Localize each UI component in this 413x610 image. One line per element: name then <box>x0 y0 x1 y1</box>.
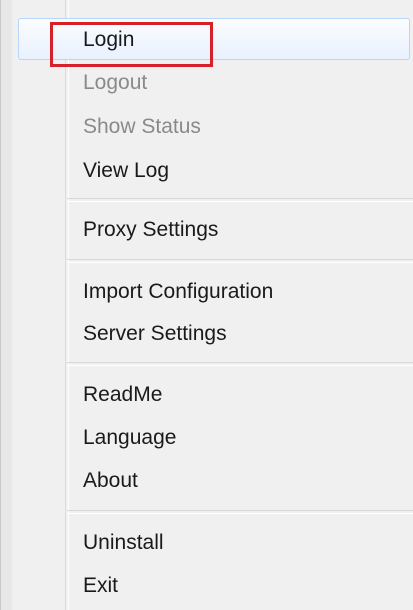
menu-edge <box>1 0 12 610</box>
menu-separator <box>67 259 413 263</box>
menu-item-import-configuration[interactable]: Import Configuration <box>83 272 273 312</box>
menu-item-show-status: Show Status <box>83 115 201 138</box>
icon-gutter <box>65 0 69 610</box>
menu-item-language[interactable]: Language <box>83 418 176 458</box>
menu-item-server-settings[interactable]: Server Settings <box>83 314 227 354</box>
menu-separator <box>67 362 413 366</box>
menu-item-readme[interactable]: ReadMe <box>83 375 162 415</box>
menu-item-view-log[interactable]: View Log <box>83 151 169 191</box>
menu-item-proxy-settings[interactable]: Proxy Settings <box>83 210 218 250</box>
menu-separator <box>67 198 413 202</box>
menu-item-exit[interactable]: Exit <box>83 566 118 606</box>
login-highlight-box <box>50 22 213 67</box>
menu-separator <box>67 510 413 514</box>
menu-item-about[interactable]: About <box>83 461 138 501</box>
context-menu: Login Logout Show Status View Log Proxy … <box>0 0 413 610</box>
menu-item-logout: Logout <box>83 71 148 94</box>
menu-item-uninstall[interactable]: Uninstall <box>83 523 164 563</box>
